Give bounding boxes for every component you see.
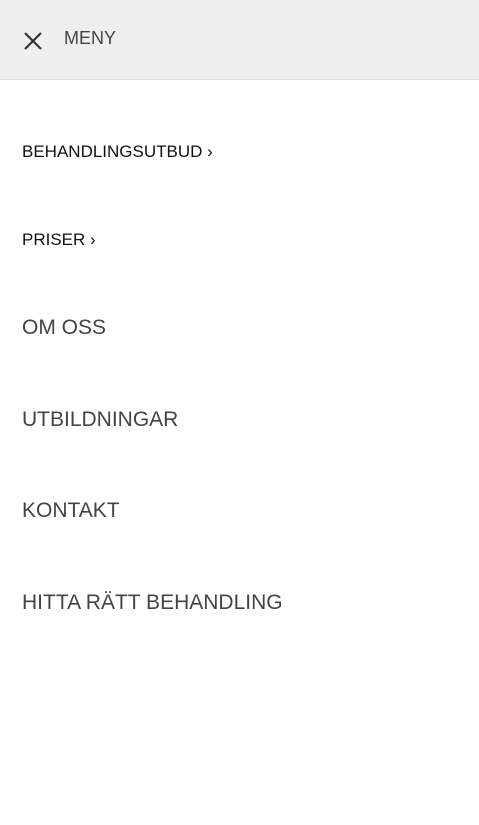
menu-item-utbildningar[interactable]: UTBILDNINGAR (22, 408, 178, 432)
menu-title: MENY (64, 28, 117, 48)
menu-header: MENY (0, 0, 479, 80)
menu-item-hitta-ratt-behandling[interactable]: HITTA RÄTT BEHANDLING (22, 591, 283, 615)
close-icon (24, 32, 42, 50)
menu-item-om-oss[interactable]: OM OSS (22, 316, 106, 340)
close-menu-button[interactable] (22, 30, 44, 52)
menu-item-priser[interactable]: PRISER › (22, 230, 96, 250)
menu-item-kontakt[interactable]: KONTAKT (22, 499, 120, 523)
menu-item-behandlingsutbud[interactable]: BEHANDLINGSUTBUD › (22, 142, 213, 162)
